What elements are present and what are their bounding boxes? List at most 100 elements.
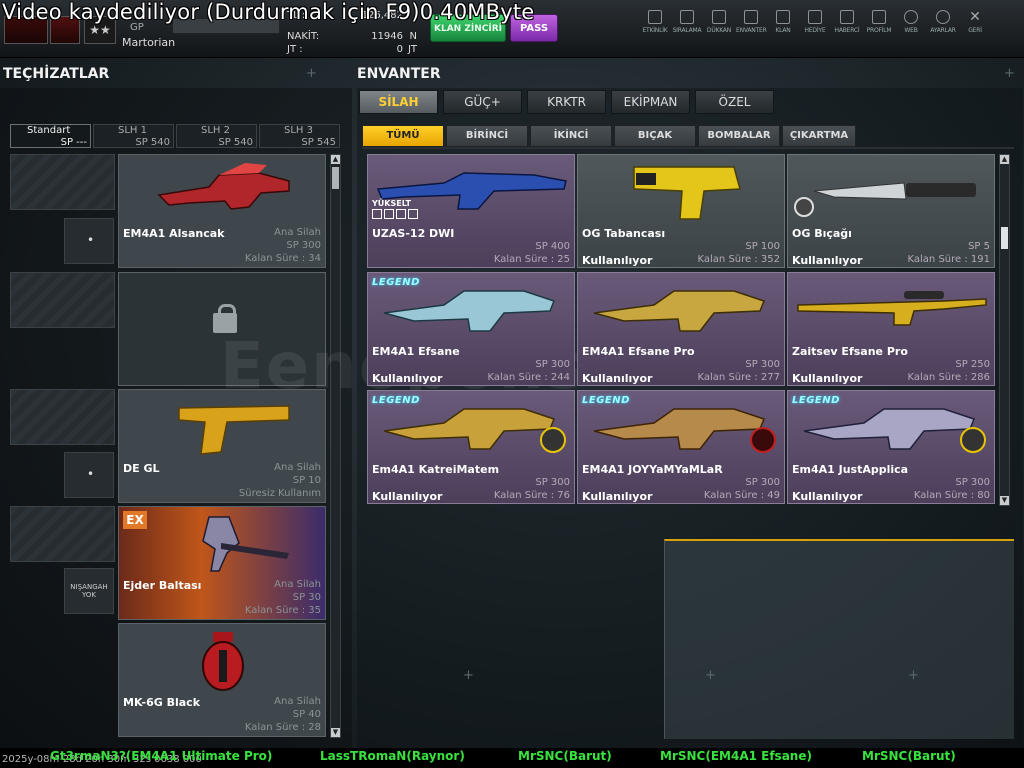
nav-inventory[interactable]: ENVANTER [736,8,767,48]
nav-clan[interactable]: KLAN [768,8,798,48]
item-sp: SP 300 [955,477,990,488]
item-remaining: Kalan Süre : 244 [487,372,570,383]
tab-standard[interactable]: Standart SP --- [10,124,91,148]
back-icon: ✕ [969,9,981,25]
tab-label: SLH 1 [118,125,147,136]
equipped-grenade-card[interactable]: MK-6G Black Ana Silah SP 40 Kalan Süre :… [118,623,326,737]
item-name: EM4A1 Efsane [372,345,460,358]
nav-event[interactable]: ETKİNLİK [640,8,670,48]
equipment-scrollbar[interactable]: ▲ ▼ [330,154,341,738]
subtab-grenades[interactable]: BOMBALAR [698,125,780,147]
tab-equipment[interactable]: EKİPMAN [611,90,690,114]
nav-settings[interactable]: AYARLAR [928,8,958,48]
nav-label: DÜKKAN [706,27,732,34]
plus-mark: + [705,668,716,683]
tab-slh3[interactable]: SLH 3 SP 545 [259,124,340,148]
item-sp: SP 400 [535,241,570,252]
nav-profile[interactable]: PROFİLM [864,8,894,48]
inventory-item[interactable]: OG Bıçağı SP 5 Kullanılıyor Kalan Süre :… [787,154,995,268]
item-remaining: Kalan Süre : 352 [697,254,780,265]
rifle-red-icon [157,163,290,210]
inventory-item[interactable]: YÜKSELT UZAS-12 DWI SP 400 Kalan Süre : … [367,154,575,268]
equipped-pistol-card[interactable]: DE GL Ana Silah SP 10 Süresiz Kullanım [118,389,326,503]
axe-icon [202,516,289,572]
item-status: Kullanılıyor [582,254,653,267]
inventory-item[interactable]: Zaitsev Efsane Pro SP 250 Kullanılıyor K… [787,272,995,386]
attachment-slot[interactable] [10,506,115,562]
inventory-item[interactable]: LEGEND EM4A1 Efsane SP 300 Kullanılıyor … [367,272,575,386]
tab-label: Standart [27,125,71,136]
inventory-item[interactable]: LEGEND EM4A1 JOYYaMYaMLaR SP 300 Kullanı… [577,390,785,504]
tab-slh2[interactable]: SLH 2 SP 540 [176,124,257,148]
item-kind: Ana Silah [274,579,321,590]
inventory-item[interactable]: LEGEND Em4A1 JustApplica SP 300 Kullanıl… [787,390,995,504]
scroll-thumb[interactable] [1001,227,1008,249]
subtab-primary[interactable]: BİRİNCİ [446,125,528,147]
item-remaining: Kalan Süre : 25 [493,254,570,265]
tab-character[interactable]: KRKTR [527,90,606,114]
nav-label: WEB [904,27,918,34]
scroll-up-arrow[interactable]: ▲ [1000,155,1009,164]
tab-power[interactable]: GÜÇ+ [443,90,522,114]
ticker-entry: MrSNC(Barut) [862,749,956,763]
nav-messenger[interactable]: HABERCİ [832,8,862,48]
item-status: Kullanılıyor [372,490,443,503]
attachment-slot[interactable] [10,389,115,445]
subtab-secondary[interactable]: İKİNCİ [530,125,612,147]
player-name: Martorian [122,36,176,49]
tab-slh1[interactable]: SLH 1 SP 540 [93,124,174,148]
nav-shop[interactable]: DÜKKAN [704,8,734,48]
attachment-slot-small[interactable]: • [64,452,114,498]
equipped-melee-card[interactable]: EX Ejder Baltası Ana Silah SP 30 Kalan S… [118,506,326,620]
ex-badge: EX [123,511,147,529]
tab-special[interactable]: ÖZEL [695,90,774,114]
scroll-down-arrow[interactable]: ▼ [1000,496,1009,505]
item-status: Kullanılıyor [582,372,653,385]
item-name: Zaitsev Efsane Pro [792,345,908,358]
attachment-slot[interactable] [10,272,115,328]
no-scope-slot[interactable]: NIŞANGAH YOK [64,568,114,614]
attachment-slot[interactable] [10,154,115,210]
item-remaining: Kalan Süre : 35 [244,605,321,616]
subtab-all[interactable]: TÜMÜ [362,125,444,147]
item-status: Kullanılıyor [792,490,863,503]
item-sp: SP 250 [955,359,990,370]
ticker-entry: MrSNC(EM4A1 Efsane) [660,749,812,763]
rifle-gold-icon [383,408,555,450]
inventory-scrollbar[interactable]: ▲ ▼ [999,154,1010,506]
item-kind: Ana Silah [274,696,321,707]
pistol-gold-icon [178,405,290,455]
item-name: EM4A1 JOYYaMYaMLaR [582,463,723,476]
recording-overlay: Video kaydediliyor (Durdurmak için F9)0.… [2,0,535,24]
clan-emblem-icon [750,427,776,453]
tab-label: SLH 2 [201,125,230,136]
subtab-stickers[interactable]: ÇIKARTMA [782,125,856,147]
nav-gift[interactable]: HEDİYE [800,8,830,48]
nav-ranking[interactable]: SIRALAMA [672,8,702,48]
nav-web[interactable]: WEB [896,8,926,48]
cart-icon [712,10,726,24]
scroll-down-arrow[interactable]: ▼ [331,728,340,737]
loadout-tabs: Standart SP --- SLH 1 SP 540 SLH 2 SP 540 S… [10,124,342,148]
equipped-weapon-card[interactable]: EM4A1 Alsancak Ana Silah SP 300 Kalan Sü… [118,154,326,268]
equipment-title: TEÇHİZATLAR [3,66,110,82]
attachment-slot-small[interactable]: • [64,218,114,264]
item-remaining: Kalan Süre : 286 [907,372,990,383]
item-name: OG Bıçağı [792,227,852,240]
inventory-item[interactable]: LEGEND Em4A1 KatreiMatem SP 300 Kullanıl… [367,390,575,504]
nav-label: HABERCİ [834,27,860,34]
knife-icon [813,182,976,200]
item-status: Kullanılıyor [792,254,863,267]
scroll-up-arrow[interactable]: ▲ [331,155,340,164]
subtab-knife[interactable]: BIÇAK [614,125,696,147]
inventory-item[interactable]: EM4A1 Efsane Pro SP 300 Kullanılıyor Kal… [577,272,785,386]
inventory-item[interactable]: OG Tabancası SP 100 Kullanılıyor Kalan S… [577,154,785,268]
item-remaining: Kalan Süre : 191 [907,254,990,265]
rifle-gold-icon [593,290,765,332]
tab-sp: SP --- [60,137,87,148]
rifle-bronze-icon [593,408,765,450]
item-name: DE GL [123,462,160,475]
scroll-thumb[interactable] [332,167,339,189]
tab-weapon[interactable]: SİLAH [359,90,438,114]
nav-back[interactable]: ✕ GERİ [960,8,990,48]
